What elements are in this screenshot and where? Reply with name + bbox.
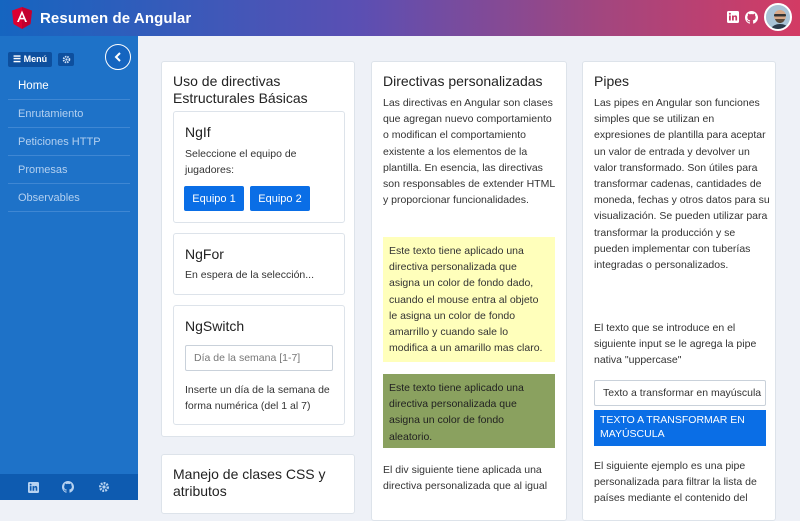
github-icon[interactable]: [745, 10, 758, 24]
directives-bottom-text: El div siguiente tiene aplicada una dire…: [383, 464, 548, 493]
team-2-button[interactable]: Equipo 2: [250, 186, 310, 211]
uppercase-input[interactable]: Texto a transformar en mayúscula: [594, 380, 766, 406]
card-title: Uso de directivas Estructurales Básicas: [173, 73, 308, 106]
gear-icon[interactable]: [58, 53, 75, 66]
css-classes-card: Manejo de clases CSS y atributos: [161, 454, 355, 514]
top-navbar: Resumen de Angular: [0, 0, 800, 36]
sidebar-item-enrutamiento[interactable]: Enrutamiento: [8, 100, 130, 128]
gear-icon[interactable]: [98, 481, 110, 493]
card-title: Manejo de clases CSS y atributos: [173, 466, 326, 499]
pipes-bottom-text: El siguiente ejemplo es una pipe persona…: [594, 460, 757, 505]
chevron-left-icon: [114, 52, 121, 62]
github-icon[interactable]: [62, 481, 75, 493]
directives-intro: Las directivas en Angular son clases que…: [383, 97, 555, 207]
sidebar-item-promesas[interactable]: Promesas: [8, 156, 130, 184]
ngif-card: NgIf Seleccione el equipo de jugadores: …: [173, 111, 345, 223]
custom-directives-card: Directivas personalizadas Las directivas…: [371, 61, 567, 521]
uppercase-output: TEXTO A TRANSFORMAR EN MAYÚSCULA: [594, 410, 766, 446]
structural-directives-card: Uso de directivas Estructurales Básicas …: [161, 61, 355, 437]
ngif-title: NgIf: [185, 124, 211, 140]
menu-label: Menú: [23, 54, 48, 64]
pipes-intro: Las pipes en Angular son funciones simpl…: [594, 97, 770, 272]
user-avatar[interactable]: [764, 3, 792, 31]
sidebar-item-peticiones-http[interactable]: Peticiones HTTP: [8, 128, 130, 156]
ngfor-status: En espera de la selección...: [185, 269, 314, 281]
ngif-instructions: Seleccione el equipo de jugadores:: [185, 148, 297, 177]
sidebar-footer: [0, 474, 138, 500]
angular-logo-icon: [12, 7, 32, 29]
random-color-directive-box: Este texto tiene aplicado una directiva …: [383, 374, 555, 448]
linkedin-icon[interactable]: [726, 11, 739, 24]
sidebar-item-home[interactable]: Home: [8, 72, 130, 100]
ngfor-title: NgFor: [185, 246, 224, 262]
ngswitch-instructions: Inserte un día de la semana de forma num…: [185, 384, 330, 413]
sidebar-item-observables[interactable]: Observables: [8, 184, 130, 212]
weekday-input[interactable]: Día de la semana [1-7]: [185, 345, 333, 371]
card-title: Directivas personalizadas: [383, 73, 543, 89]
ngswitch-card: NgSwitch Día de la semana [1-7] Inserte …: [173, 305, 345, 425]
pipes-card: Pipes Las pipes en Angular son funciones…: [582, 61, 776, 521]
sidebar: ☰ Menú Home Enrutamiento Peticiones HTTP…: [0, 36, 138, 500]
ngswitch-title: NgSwitch: [185, 318, 245, 334]
linkedin-icon[interactable]: [27, 481, 39, 493]
card-title: Pipes: [594, 73, 630, 89]
yellow-directive-box[interactable]: Este texto tiene aplicado una directiva …: [383, 237, 555, 362]
menu-button[interactable]: ☰ Menú: [8, 52, 53, 67]
uppercase-intro: El texto que se introduce en el siguient…: [594, 322, 757, 367]
collapse-sidebar-button[interactable]: [105, 44, 131, 70]
sidebar-nav: Home Enrutamiento Peticiones HTTP Promes…: [8, 72, 130, 212]
team-1-button[interactable]: Equipo 1: [184, 186, 244, 211]
app-title: Resumen de Angular: [40, 9, 192, 27]
ngfor-card: NgFor En espera de la selección...: [173, 233, 345, 295]
